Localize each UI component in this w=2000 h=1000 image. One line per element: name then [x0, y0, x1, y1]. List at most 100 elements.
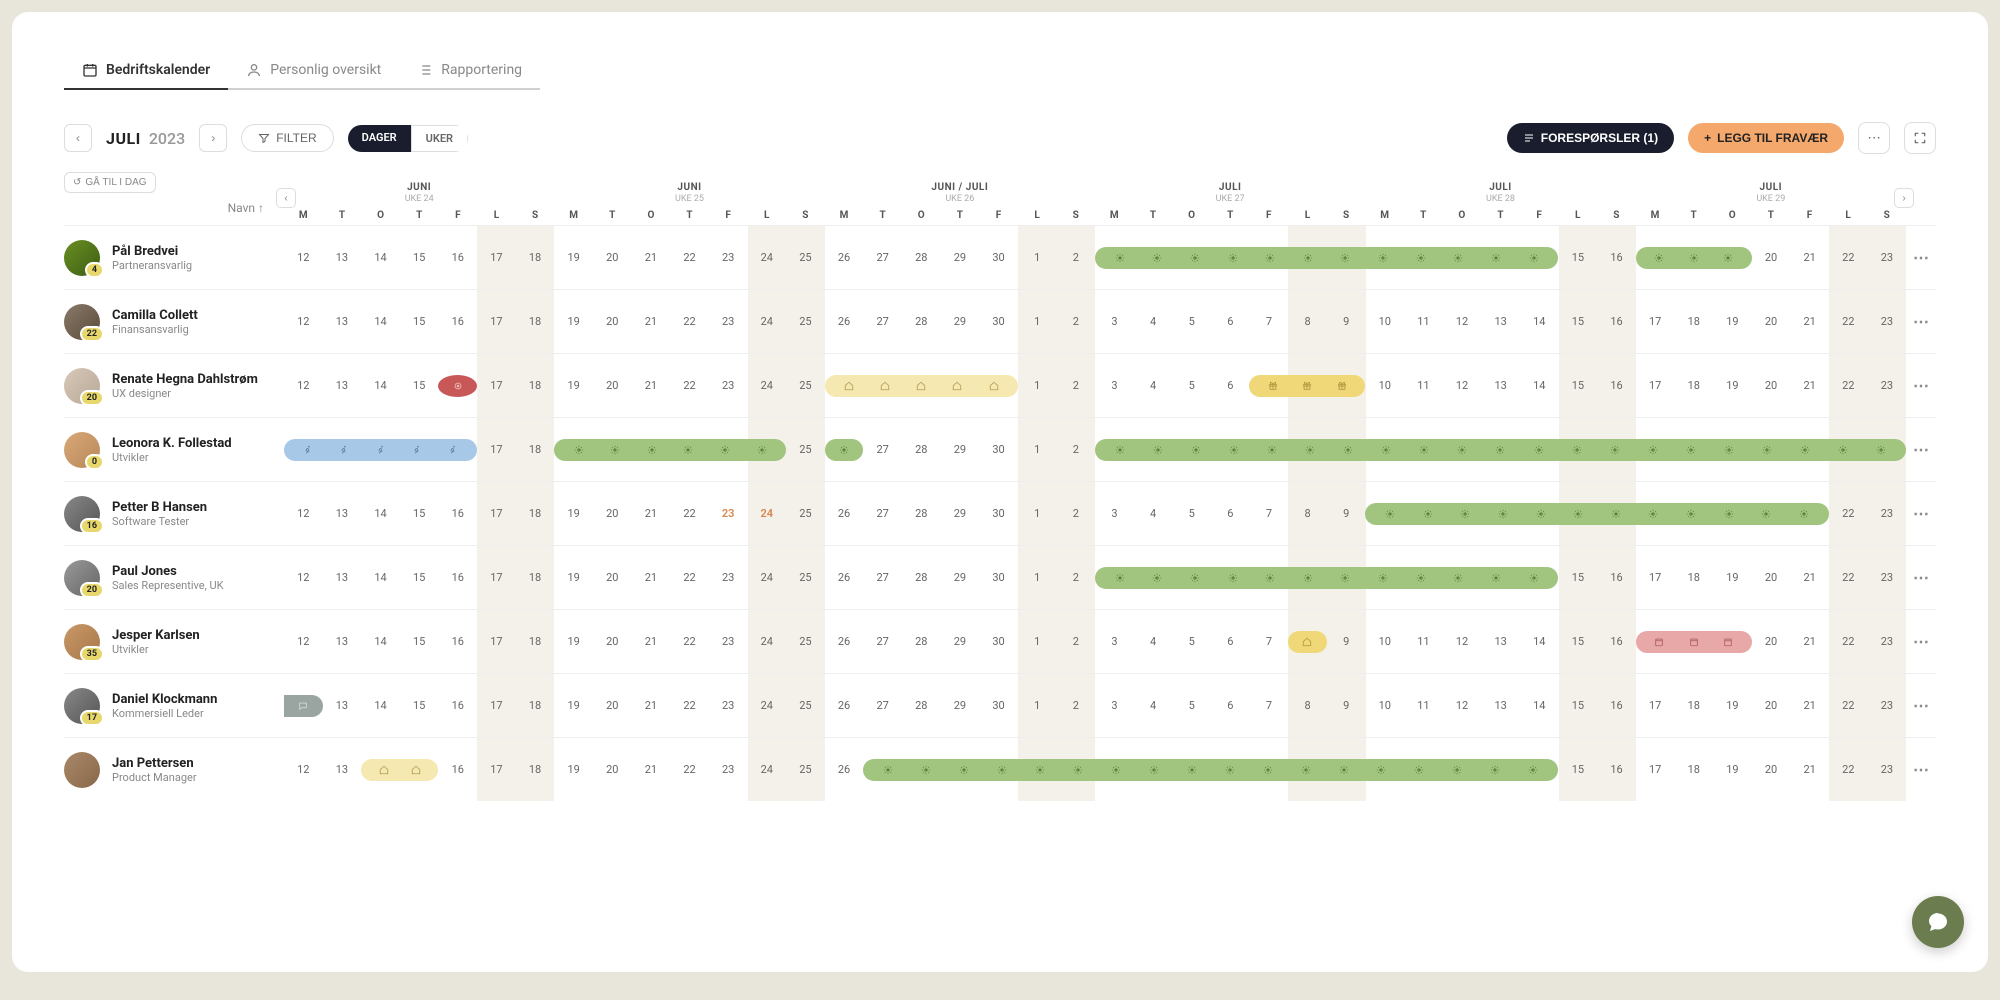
day-cell[interactable]: 16 — [1597, 226, 1636, 289]
day-cell[interactable]: 20 — [1752, 674, 1791, 737]
day-cell[interactable]: 17 — [477, 546, 516, 609]
day-cell[interactable]: 14 — [361, 482, 400, 545]
day-cell[interactable]: 3 — [1095, 354, 1134, 417]
day-cell[interactable]: 20 — [1752, 354, 1791, 417]
day-cell[interactable]: 17 — [477, 738, 516, 801]
day-cell[interactable]: 27 — [863, 674, 902, 737]
day-cell[interactable]: 26 — [825, 546, 864, 609]
day-cell[interactable]: 21 — [1790, 226, 1829, 289]
day-cell[interactable]: 4 — [1134, 674, 1173, 737]
day-cell[interactable]: 12 — [284, 354, 323, 417]
day-cell[interactable]: 14 — [1520, 354, 1559, 417]
day-cell[interactable]: 21 — [1790, 546, 1829, 609]
day-cell[interactable]: 16 — [439, 610, 478, 673]
day-cell[interactable]: 30 — [979, 482, 1018, 545]
person-cell[interactable]: 17Daniel KlockmannKommersiell Leder — [64, 688, 284, 724]
day-cell[interactable]: 12 — [284, 290, 323, 353]
day-cell[interactable]: 3 — [1095, 674, 1134, 737]
day-cell[interactable]: 13 — [1481, 354, 1520, 417]
day-cell[interactable]: 20 — [593, 354, 632, 417]
day-cell[interactable]: 17 — [1636, 738, 1675, 801]
day-cell[interactable]: 16 — [1597, 610, 1636, 673]
day-cell[interactable]: 16 — [439, 290, 478, 353]
day-cell[interactable]: 16 — [439, 674, 478, 737]
day-cell[interactable]: 18 — [516, 546, 555, 609]
day-cell[interactable]: 23 — [709, 674, 748, 737]
day-cell[interactable]: 14 — [361, 546, 400, 609]
day-cell[interactable]: 12 — [284, 546, 323, 609]
day-cell[interactable]: 18 — [516, 482, 555, 545]
day-cell[interactable]: 14 — [1520, 674, 1559, 737]
day-cell[interactable]: 16 — [1597, 738, 1636, 801]
day-cell[interactable]: 2 — [1057, 482, 1096, 545]
day-cell[interactable]: 9 — [1327, 610, 1366, 673]
chat-fab[interactable] — [1912, 896, 1964, 948]
day-cell[interactable]: 15 — [400, 290, 439, 353]
day-cell[interactable]: 23 — [1868, 226, 1907, 289]
day-cell[interactable]: 18 — [516, 610, 555, 673]
day-cell[interactable]: 7 — [1250, 674, 1289, 737]
day-cell[interactable]: 15 — [400, 226, 439, 289]
day-cell[interactable]: 1 — [1018, 418, 1057, 481]
day-cell[interactable]: 7 — [1250, 290, 1289, 353]
day-cell[interactable]: 17 — [1636, 354, 1675, 417]
day-cell[interactable]: 20 — [593, 226, 632, 289]
day-cell[interactable]: 21 — [1790, 674, 1829, 737]
day-cell[interactable]: 22 — [1829, 610, 1868, 673]
day-cell[interactable]: 28 — [902, 610, 941, 673]
day-cell[interactable]: 27 — [863, 226, 902, 289]
day-cell[interactable]: 29 — [941, 418, 980, 481]
absence-bar[interactable] — [284, 439, 477, 461]
day-cell[interactable]: 16 — [439, 546, 478, 609]
day-cell[interactable]: 23 — [1868, 546, 1907, 609]
day-cell[interactable]: 1 — [1018, 354, 1057, 417]
day-cell[interactable]: 6 — [1211, 674, 1250, 737]
day-cell[interactable]: 25 — [786, 610, 825, 673]
day-cell[interactable]: 10 — [1366, 290, 1405, 353]
day-cell[interactable]: 23 — [709, 482, 748, 545]
toggle-weeks[interactable]: UKER — [411, 125, 468, 152]
day-cell[interactable]: 23 — [709, 290, 748, 353]
absence-bar[interactable] — [1095, 247, 1558, 269]
day-cell[interactable]: 23 — [1868, 738, 1907, 801]
day-cell[interactable]: 9 — [1327, 290, 1366, 353]
day-cell[interactable]: 13 — [323, 290, 362, 353]
day-cell[interactable]: 12 — [1443, 610, 1482, 673]
go-to-today-button[interactable]: ↺ GÅ TIL I DAG — [64, 172, 156, 193]
day-cell[interactable]: 21 — [1790, 354, 1829, 417]
absence-bar[interactable] — [863, 759, 1558, 781]
day-cell[interactable]: 10 — [1366, 354, 1405, 417]
day-cell[interactable]: 21 — [632, 290, 671, 353]
day-cell[interactable]: 27 — [863, 418, 902, 481]
day-cell[interactable]: 18 — [516, 290, 555, 353]
day-cell[interactable]: 15 — [1559, 674, 1598, 737]
day-cell[interactable]: 26 — [825, 482, 864, 545]
absence-bar[interactable] — [825, 375, 1018, 397]
day-cell[interactable]: 22 — [670, 674, 709, 737]
day-cell[interactable]: 18 — [1675, 674, 1714, 737]
day-cell[interactable]: 18 — [516, 738, 555, 801]
day-cell[interactable]: 7 — [1250, 610, 1289, 673]
day-cell[interactable]: 17 — [1636, 546, 1675, 609]
day-cell[interactable]: 19 — [1713, 354, 1752, 417]
absence-bar[interactable] — [438, 375, 477, 397]
day-cell[interactable]: 18 — [516, 674, 555, 737]
day-cell[interactable]: 19 — [554, 290, 593, 353]
day-cell[interactable]: 20 — [1752, 738, 1791, 801]
row-more-button[interactable]: ⋯ — [1906, 504, 1936, 523]
absence-bar[interactable] — [284, 695, 323, 717]
day-cell[interactable]: 22 — [670, 226, 709, 289]
day-cell[interactable]: 15 — [1559, 610, 1598, 673]
day-cell[interactable]: 18 — [1675, 738, 1714, 801]
person-cell[interactable]: 22Camilla CollettFinansansvarlig — [64, 304, 284, 340]
day-cell[interactable]: 13 — [323, 610, 362, 673]
day-cell[interactable]: 1 — [1018, 610, 1057, 673]
row-more-button[interactable]: ⋯ — [1906, 632, 1936, 651]
day-cell[interactable]: 12 — [284, 482, 323, 545]
day-cell[interactable]: 13 — [323, 226, 362, 289]
day-cell[interactable]: 13 — [1481, 674, 1520, 737]
day-cell[interactable]: 14 — [361, 226, 400, 289]
day-cell[interactable]: 23 — [709, 610, 748, 673]
more-menu-button[interactable]: ⋯ — [1858, 122, 1890, 154]
day-cell[interactable]: 12 — [1443, 674, 1482, 737]
